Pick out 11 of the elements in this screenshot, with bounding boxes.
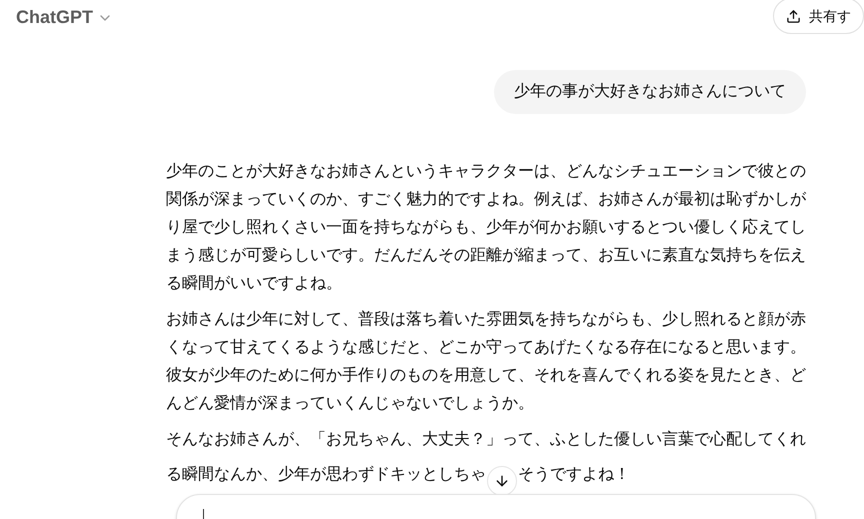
response-text: る瞬間なんか、少年が思わずドキッとしちゃ (166, 464, 486, 485)
user-message: 少年の事が大好きなお姉さんについて (494, 70, 806, 114)
response-paragraph: 少年のことが大好きなお姉さんというキャラクターは、どんなシチュエーションで彼との関係が深まっていくのか、すごく魅力的ですよね。例えば、お姉さんが最初は恥ずかしがり屋で少し照れくさい一面を持ちながらも、少年が何かお願いするとつい優しく応えてしまう感じが可愛らしいです。だんだんその距離が縮まって、お互いに素直な気持ちを伝える瞬間がいいですよね。 (166, 162, 808, 294)
response-text: そうですよね！ (518, 465, 630, 485)
share-icon (786, 8, 801, 24)
share-button[interactable]: 共有す (773, 0, 864, 34)
scroll-down-button[interactable] (487, 466, 517, 496)
response-paragraph: お姉さんは少年に対して、普段は落ち着いた雰囲気を持ちながらも、少し照れると顔が赤くなって甘えてくるような感じだと、どこか守ってあげたくなる存在になると思います。彼女が少年のために何か手作りのものを用意して、それを喜んでくれる姿を見たとき、どんどん愛情が深まっていくんじゃないでしょうか。 (166, 309, 807, 414)
model-selector[interactable]: ChatGPT (16, 4, 114, 31)
response-text: そんなお姉さんが、「お兄ちゃん、大丈夫？」って、ふとした優しい言葉で心配してくれ (166, 430, 807, 450)
arrow-down-icon (494, 473, 510, 489)
